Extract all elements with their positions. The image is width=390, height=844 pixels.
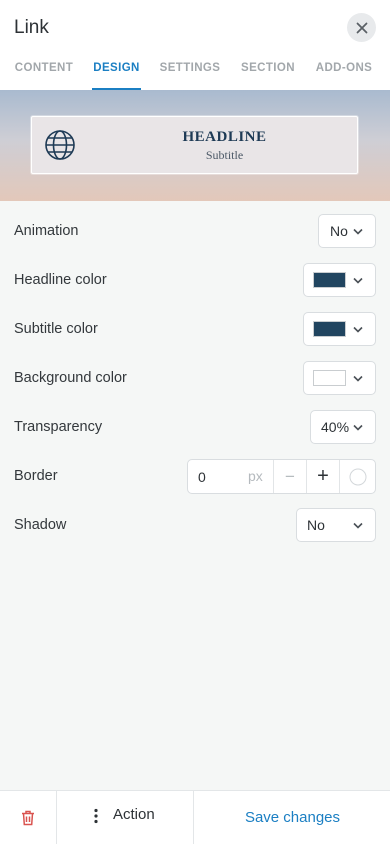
- transparency-label: Transparency: [14, 419, 103, 435]
- headline-color-picker[interactable]: [303, 263, 376, 297]
- tab-design[interactable]: DESIGN: [92, 50, 141, 90]
- border-color-picker[interactable]: [339, 460, 375, 493]
- chevron-down-icon: [351, 509, 365, 541]
- animation-select[interactable]: No: [318, 214, 376, 248]
- subtitle-color-row: Subtitle color: [0, 305, 390, 354]
- preview-subtitle: Subtitle: [205, 148, 244, 162]
- action-button[interactable]: Action: [56, 791, 194, 844]
- chevron-down-icon: [351, 362, 365, 394]
- transparency-row: Transparency 40%: [0, 403, 390, 452]
- headline-color-label: Headline color: [14, 272, 107, 288]
- trash-icon: [22, 810, 34, 826]
- tab-section[interactable]: SECTION: [237, 50, 299, 90]
- transparency-select[interactable]: 40%: [310, 410, 376, 444]
- border-decrement-button[interactable]: −: [273, 460, 306, 493]
- chevron-down-icon: [351, 215, 365, 247]
- more-vertical-icon: [94, 808, 98, 824]
- border-color-circle-icon: [349, 468, 366, 485]
- tab-bar: CONTENT DESIGN SETTINGS SECTION ADD-ONS: [0, 50, 390, 90]
- subtitle-color-label: Subtitle color: [14, 321, 98, 337]
- border-label: Border: [14, 468, 58, 484]
- border-row: Border px − +: [0, 452, 390, 501]
- background-color-swatch: [313, 370, 346, 386]
- background-color-row: Background color: [0, 354, 390, 403]
- close-button[interactable]: [347, 13, 376, 42]
- chevron-down-icon: [351, 411, 365, 443]
- shadow-value: No: [307, 517, 325, 533]
- close-icon: [356, 22, 367, 33]
- headline-color-row: Headline color: [0, 256, 390, 305]
- panel-title: Link: [14, 17, 49, 38]
- border-increment-button[interactable]: +: [306, 460, 339, 493]
- tab-add-ons[interactable]: ADD-ONS: [312, 50, 376, 90]
- background-color-label: Background color: [14, 370, 127, 386]
- subtitle-color-picker[interactable]: [303, 312, 376, 346]
- background-color-picker[interactable]: [303, 361, 376, 395]
- action-label: Action: [113, 806, 155, 823]
- tab-content[interactable]: CONTENT: [10, 50, 78, 90]
- save-changes-button[interactable]: Save changes: [195, 791, 390, 844]
- border-unit: px: [248, 468, 263, 484]
- chevron-down-icon: [351, 313, 365, 345]
- delete-button[interactable]: [0, 791, 56, 844]
- shadow-row: Shadow No: [0, 501, 390, 550]
- panel-footer: Action Save changes: [0, 790, 390, 844]
- shadow-label: Shadow: [14, 517, 67, 533]
- chevron-down-icon: [351, 264, 365, 296]
- animation-label: Animation: [14, 223, 79, 239]
- preview-headline: HEADLINE: [182, 129, 267, 145]
- animation-value: No: [330, 223, 348, 239]
- tab-settings[interactable]: SETTINGS: [156, 50, 224, 90]
- link-preview: HEADLINE Subtitle: [0, 90, 390, 201]
- transparency-value: 40%: [321, 419, 350, 435]
- globe-icon: [45, 130, 75, 160]
- subtitle-color-swatch: [313, 321, 346, 337]
- headline-color-swatch: [313, 272, 346, 288]
- link-preview-card: HEADLINE Subtitle: [31, 116, 358, 174]
- animation-row: Animation No: [0, 207, 390, 256]
- border-control: px − +: [187, 459, 376, 494]
- shadow-select[interactable]: No: [296, 508, 376, 542]
- panel-header: Link CONTENT DESIGN SETTINGS SECTION ADD…: [0, 0, 390, 90]
